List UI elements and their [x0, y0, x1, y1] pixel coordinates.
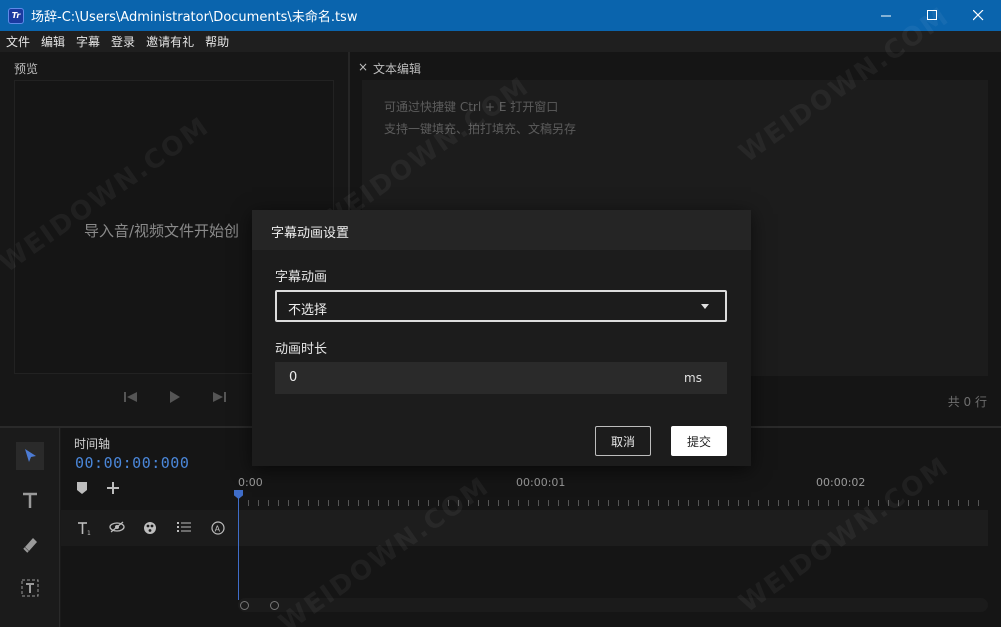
hint-features: 支持一键填充、拍打填充、文稿另存: [384, 122, 577, 136]
scroll-handle-start[interactable]: [240, 601, 249, 610]
timeline-title: 时间轴: [74, 437, 111, 451]
animation-label: 字幕动画: [275, 270, 328, 285]
window-title: 场辞-C:\Users\Administrator\Documents\未命名.…: [31, 10, 358, 25]
select-tool-button[interactable]: [16, 442, 44, 470]
menu-edit[interactable]: 编辑: [41, 33, 65, 50]
next-frame-icon[interactable]: [212, 391, 226, 406]
app-logo-icon: Tr: [8, 7, 24, 24]
style-palette-icon[interactable]: [143, 521, 157, 538]
text-box-icon: [21, 579, 39, 597]
track-header: 1 A: [61, 510, 238, 546]
preview-placeholder: 导入音/视频文件开始创: [84, 222, 240, 240]
close-button[interactable]: [955, 0, 1001, 31]
tool-rail: [0, 428, 60, 627]
duration-input[interactable]: 0 ms: [275, 362, 727, 394]
marker-icon: [77, 482, 87, 494]
chevron-down-icon: [701, 304, 709, 309]
minimize-button[interactable]: [863, 0, 909, 31]
close-icon: [972, 10, 983, 21]
scroll-handle-end[interactable]: [270, 601, 279, 610]
text-icon: [23, 492, 37, 508]
ruler-label-1: 00:00:01: [516, 476, 566, 489]
subtitle-animation-dialog: 字幕动画设置 字幕动画 不选择 动画时长 0 ms 取消 提交: [252, 210, 751, 466]
previous-frame-icon[interactable]: [124, 391, 138, 406]
text-editor-label: 文本编辑: [373, 62, 422, 76]
add-track-button[interactable]: [107, 482, 119, 498]
text-tool-button[interactable]: [16, 486, 44, 514]
svg-text:1: 1: [87, 530, 91, 535]
timecode-display: 00:00:00:000: [75, 454, 190, 472]
playhead[interactable]: [238, 492, 239, 600]
hint-shortcut: 可通过快捷键 Ctrl + E 打开窗口: [384, 100, 559, 114]
duration-unit: ms: [684, 371, 702, 385]
timeline-scrollbar[interactable]: [238, 598, 988, 612]
cursor-icon: [25, 449, 36, 462]
maximize-icon: [926, 10, 937, 20]
plus-icon: [107, 482, 119, 494]
cancel-button[interactable]: 取消: [595, 426, 651, 456]
animation-select[interactable]: 不选择: [275, 290, 727, 322]
preview-label: 预览: [14, 62, 39, 76]
eraser-icon: [23, 538, 37, 553]
ruler-label-0: 0:00: [238, 476, 263, 489]
time-ruler[interactable]: 0:00 00:00:01 00:00:02: [238, 472, 988, 506]
title-bar: Tr 场辞-C:\Users\Administrator\Documents\未…: [0, 0, 1001, 31]
visibility-icon[interactable]: [109, 521, 125, 536]
auto-align-icon[interactable]: A: [211, 521, 225, 538]
duration-label: 动画时长: [275, 342, 328, 357]
list-icon[interactable]: [177, 521, 191, 536]
subtitle-track[interactable]: [238, 510, 988, 546]
svg-text:A: A: [215, 525, 221, 534]
play-icon[interactable]: [169, 391, 181, 406]
menu-subtitle[interactable]: 字幕: [76, 33, 100, 50]
menu-bar: 文件 编辑 字幕 登录 邀请有礼 帮助: [0, 31, 1001, 52]
menu-file[interactable]: 文件: [6, 33, 30, 50]
maximize-button[interactable]: [909, 0, 955, 31]
marker-button[interactable]: [77, 482, 87, 498]
ruler-label-2: 00:00:02: [816, 476, 866, 489]
eraser-tool-button[interactable]: [16, 530, 44, 558]
text-box-tool-button[interactable]: [16, 574, 44, 602]
menu-help[interactable]: 帮助: [205, 33, 229, 50]
animation-select-value: 不选择: [288, 303, 328, 318]
dialog-title: 字幕动画设置: [271, 226, 350, 241]
menu-login[interactable]: 登录: [111, 33, 135, 50]
dialog-header: 字幕动画设置: [252, 210, 751, 250]
duration-value: 0: [289, 370, 298, 385]
text-editor-close-icon[interactable]: ×: [358, 60, 368, 74]
ruler-ticks: [238, 500, 988, 506]
submit-button[interactable]: 提交: [671, 426, 727, 456]
subtitle-track-icon[interactable]: 1: [77, 521, 91, 538]
minimize-icon: [880, 15, 891, 17]
menu-invite[interactable]: 邀请有礼: [146, 33, 194, 50]
line-count: 共 0 行: [947, 395, 987, 409]
